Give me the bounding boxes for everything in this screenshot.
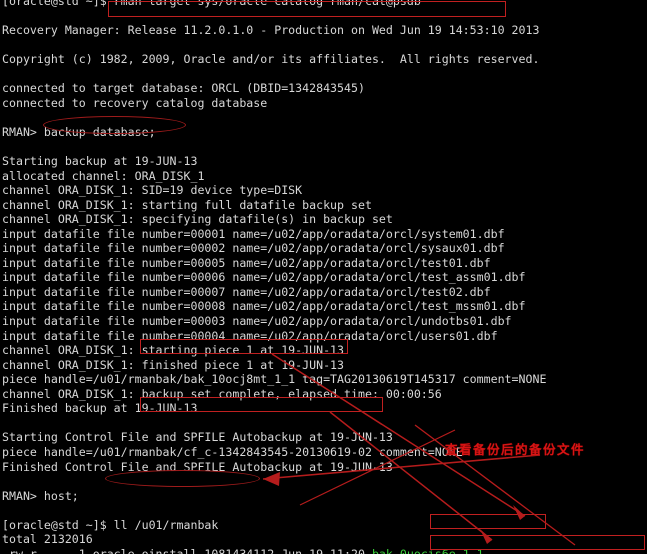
terminal-line: input datafile file number=00002 name=/u… bbox=[2, 241, 505, 256]
listing-row: -rw-r----- 1 oracle oinstall 1081434112 … bbox=[2, 547, 647, 554]
terminal-line-rman-host: RMAN> host; bbox=[2, 488, 79, 503]
terminal-line: Starting Control File and SPFILE Autobac… bbox=[2, 430, 393, 445]
terminal-line: connected to target database: ORCL (DBID… bbox=[2, 81, 365, 96]
terminal-line: Recovery Manager: Release 11.2.0.1.0 - P… bbox=[2, 23, 540, 38]
terminal-window[interactable]: [oracle@std ~]$ rman target sys/oracle c… bbox=[0, 0, 647, 554]
terminal-line: Copyright (c) 1982, 2009, Oracle and/or … bbox=[2, 52, 540, 67]
terminal-line: connected to recovery catalog database bbox=[2, 95, 268, 110]
terminal-line: channel ORA_DISK_1: finished piece 1 at … bbox=[2, 357, 345, 372]
terminal-line: Finished Control File and SPFILE Autobac… bbox=[2, 459, 393, 474]
terminal-line-piece-handle: piece handle=/u01/rmanbak/cf_c-134284354… bbox=[2, 444, 463, 459]
listing-row-meta: -rw-r----- 1 oracle oinstall 1081434112 … bbox=[2, 546, 372, 554]
terminal-line: channel ORA_DISK_1: starting full datafi… bbox=[2, 197, 372, 212]
terminal-line: channel ORA_DISK_1: backup set complete,… bbox=[2, 386, 442, 401]
terminal-line: Starting backup at 19-JUN-13 bbox=[2, 154, 198, 169]
terminal-line: allocated channel: ORA_DISK_1 bbox=[2, 168, 205, 183]
terminal-line-ll-command: [oracle@std ~]$ ll /u01/rmanbak bbox=[2, 517, 219, 532]
terminal-line: input datafile file number=00005 name=/u… bbox=[2, 255, 491, 270]
terminal-line-total: total 2132016 bbox=[2, 532, 93, 547]
terminal-line: channel ORA_DISK_1: starting piece 1 at … bbox=[2, 343, 345, 358]
terminal-output: [oracle@std ~]$ rman target sys/oracle c… bbox=[2, 0, 647, 554]
terminal-line: channel ORA_DISK_1: specifying datafile(… bbox=[2, 212, 393, 227]
terminal-line: Finished backup at 19-JUN-13 bbox=[2, 401, 198, 416]
terminal-line-piece-handle: piece handle=/u01/rmanbak/bak_10ocj8mt_1… bbox=[2, 372, 547, 387]
terminal-line-rman-command: RMAN> backup database; bbox=[2, 124, 156, 139]
terminal-line: input datafile file number=00008 name=/u… bbox=[2, 299, 526, 314]
terminal-line: input datafile file number=00006 name=/u… bbox=[2, 270, 526, 285]
terminal-line: input datafile file number=00004 name=/u… bbox=[2, 328, 498, 343]
terminal-line: [oracle@std ~]$ rman target sys/oracle c… bbox=[2, 0, 421, 8]
terminal-line: channel ORA_DISK_1: SID=19 device type=D… bbox=[2, 183, 303, 198]
terminal-line: input datafile file number=00007 name=/u… bbox=[2, 284, 491, 299]
terminal-line: input datafile file number=00001 name=/u… bbox=[2, 226, 505, 241]
terminal-line: input datafile file number=00003 name=/u… bbox=[2, 314, 512, 329]
listing-row-filename: bak_0uocis6e_1_1 bbox=[371, 546, 484, 554]
